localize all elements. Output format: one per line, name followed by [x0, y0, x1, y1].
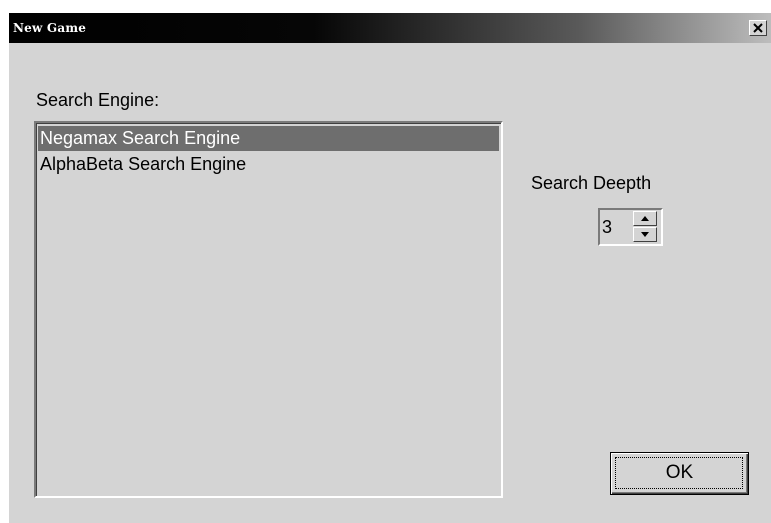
title-bar[interactable]: New Game: [9, 13, 771, 43]
search-depth-label: Search Deepth: [531, 173, 652, 193]
search-engine-list[interactable]: Negamax Search Engine AlphaBeta Search E…: [34, 121, 503, 498]
spin-down-button[interactable]: [633, 227, 657, 242]
ok-button-label: OK: [665, 462, 694, 483]
ok-button[interactable]: OK: [610, 452, 749, 495]
list-item-alphabeta[interactable]: AlphaBeta Search Engine: [38, 152, 499, 177]
window-title: New Game: [13, 21, 87, 35]
arrow-up-icon: [641, 216, 649, 221]
search-depth-spinner[interactable]: 3: [598, 208, 663, 246]
arrow-down-icon: [641, 232, 649, 237]
search-engine-label: Search Engine:: [36, 90, 160, 110]
close-button[interactable]: [749, 20, 767, 36]
search-depth-value[interactable]: 3: [602, 216, 612, 238]
new-game-dialog: New Game Search Engine: Negamax Search E…: [9, 13, 771, 523]
list-item-negamax[interactable]: Negamax Search Engine: [38, 126, 499, 151]
spin-up-button[interactable]: [633, 211, 657, 226]
close-icon: [753, 23, 763, 33]
